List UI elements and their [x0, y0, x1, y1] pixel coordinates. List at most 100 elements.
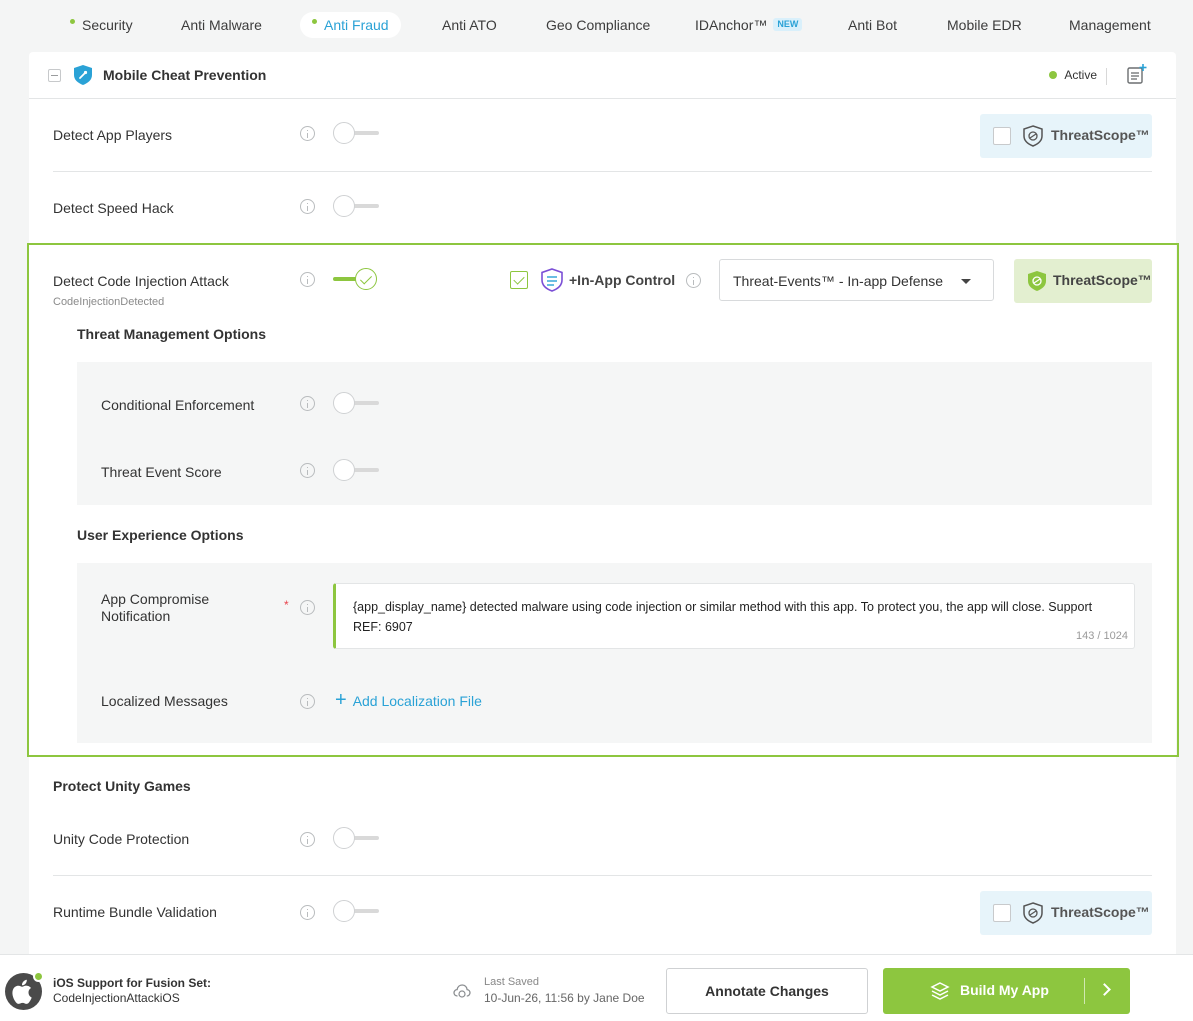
tab-label: Security [82, 17, 133, 33]
threatscope-label: ThreatScope™ [1051, 127, 1150, 143]
required-indicator: * [284, 598, 289, 612]
button-divider [1084, 978, 1085, 1004]
tab-label: Anti Bot [848, 17, 898, 33]
info-icon[interactable] [300, 272, 315, 287]
tab-label: IDAnchor™ [695, 17, 768, 33]
tab-label: Management [1069, 17, 1151, 33]
threat-management-title: Threat Management Options [77, 326, 267, 342]
tab-geo-compliance[interactable]: Geo Compliance [546, 12, 650, 38]
info-icon[interactable] [300, 126, 315, 141]
user-experience-title: User Experience Options [77, 527, 244, 543]
notification-textarea[interactable]: {app_display_name} detected malware usin… [333, 583, 1135, 649]
status-dot [1049, 70, 1058, 79]
status-dot [33, 971, 44, 982]
detect-speed-hack-label: Detect Speed Hack [53, 200, 174, 216]
tab-label: Anti ATO [442, 17, 497, 33]
row-divider [53, 171, 1152, 172]
unity-code-protection-toggle[interactable] [333, 827, 379, 851]
tab-label: Mobile EDR [947, 17, 1022, 33]
detect-code-injection-toggle[interactable] [333, 268, 379, 292]
tab-label: Geo Compliance [546, 17, 651, 33]
panel-title: Mobile Cheat Prevention [103, 67, 267, 83]
runtime-bundle-validation-label: Runtime Bundle Validation [53, 904, 217, 920]
tab-label: Anti Fraud [324, 17, 389, 33]
app-compromise-notification-label: App Compromise Notification [101, 591, 210, 624]
status-dot [70, 18, 75, 24]
fusion-set-title: iOS Support for Fusion Set: [53, 976, 211, 990]
tab-anti-ato[interactable]: Anti ATO [442, 12, 497, 38]
tab-anti-bot[interactable]: Anti Bot [848, 12, 897, 38]
threatscope-checkbox[interactable] [993, 904, 1011, 922]
cloud-save-icon [453, 984, 471, 998]
threatscope-checkbox[interactable] [993, 127, 1011, 145]
build-my-app-button[interactable]: Build My App [883, 968, 1130, 1014]
last-saved-label: Last Saved [484, 976, 540, 988]
detect-app-players-toggle[interactable] [333, 122, 379, 146]
protect-unity-games-title: Protect Unity Games [53, 778, 191, 794]
detect-code-injection-label: Detect Code Injection Attack [53, 273, 229, 289]
in-app-control-icon [541, 268, 563, 292]
plus-icon: + [335, 689, 347, 711]
threatscope-icon [1023, 902, 1043, 924]
info-icon[interactable] [300, 832, 315, 847]
status-badge: Active [1049, 68, 1097, 82]
tab-idanchor[interactable]: IDAnchor™ NEW [695, 12, 803, 38]
info-icon[interactable] [300, 600, 315, 615]
event-name: CodeInjectionDetected [53, 296, 165, 308]
select-value: Threat-Events™ - In-app Defense [733, 273, 944, 289]
unity-code-protection-label: Unity Code Protection [53, 831, 190, 847]
info-icon[interactable] [300, 694, 315, 709]
info-icon[interactable] [300, 199, 315, 214]
threatscope-label: ThreatScope™ [1053, 272, 1152, 288]
status-dot [312, 18, 317, 24]
chevron-down-icon [961, 279, 971, 284]
in-app-control-label: +In-App Control [569, 272, 676, 288]
build-icon [930, 982, 950, 1000]
info-icon[interactable] [686, 273, 701, 288]
threatscope-runtime-bundle: ThreatScope™ [980, 891, 1152, 935]
info-icon[interactable] [300, 463, 315, 478]
divider [1106, 68, 1107, 85]
threatscope-icon [1023, 125, 1043, 147]
threat-events-select[interactable]: Threat-Events™ - In-app Defense [719, 259, 994, 301]
in-app-control-checkbox[interactable] [510, 271, 528, 289]
info-icon[interactable] [300, 396, 315, 411]
conditional-enforcement-toggle[interactable] [333, 392, 379, 416]
footer-bar: iOS Support for Fusion Set: CodeInjectio… [0, 954, 1193, 1021]
tab-mobile-edr[interactable]: Mobile EDR [947, 12, 1022, 38]
user-experience-options: App Compromise Notification * {app_displ… [77, 563, 1152, 743]
new-badge: NEW [773, 18, 803, 32]
tab-bar: Security Anti Malware Anti Fraud Anti AT… [0, 0, 1193, 52]
localized-messages-label: Localized Messages [101, 693, 228, 709]
info-icon[interactable] [300, 905, 315, 920]
runtime-bundle-validation-toggle[interactable] [333, 900, 379, 924]
detect-speed-hack-toggle[interactable] [333, 195, 379, 219]
threat-management-options: Conditional Enforcement Threat Event Sco… [77, 362, 1152, 505]
threatscope-label: ThreatScope™ [1051, 904, 1150, 920]
chevron-right-icon[interactable] [1098, 983, 1111, 996]
last-saved-value: 10-Jun-26, 11:56 by Jane Doe [484, 991, 645, 1005]
build-my-app-label: Build My App [960, 982, 1049, 998]
fusion-set-name: CodeInjectionAttackiOS [53, 991, 180, 1005]
add-note-icon[interactable] [1127, 64, 1147, 84]
threat-event-score-toggle[interactable] [333, 459, 379, 483]
tab-anti-malware[interactable]: Anti Malware [181, 12, 262, 38]
notification-text: {app_display_name} detected malware usin… [353, 600, 1093, 634]
character-count: 143 / 1024 [1076, 630, 1128, 642]
apple-icon [5, 971, 44, 1010]
add-localization-file-link[interactable]: + Add Localization File [335, 689, 482, 712]
tab-security[interactable]: Security [70, 12, 133, 38]
annotate-changes-button[interactable]: Annotate Changes [666, 968, 868, 1014]
threat-event-score-label: Threat Event Score [101, 464, 222, 480]
shield-icon [74, 65, 92, 85]
threatscope-icon [1028, 271, 1046, 291]
collapse-icon[interactable] [48, 69, 61, 82]
tab-anti-fraud[interactable]: Anti Fraud [300, 12, 401, 38]
tab-label: Anti Malware [181, 17, 262, 33]
row-divider [53, 875, 1152, 876]
threatscope-app-players: ThreatScope™ [980, 114, 1152, 158]
threatscope-code-injection[interactable]: ThreatScope™ [1014, 259, 1152, 303]
tab-management[interactable]: Management [1069, 12, 1151, 38]
detect-app-players-label: Detect App Players [53, 127, 173, 143]
status-text: Active [1064, 68, 1097, 82]
